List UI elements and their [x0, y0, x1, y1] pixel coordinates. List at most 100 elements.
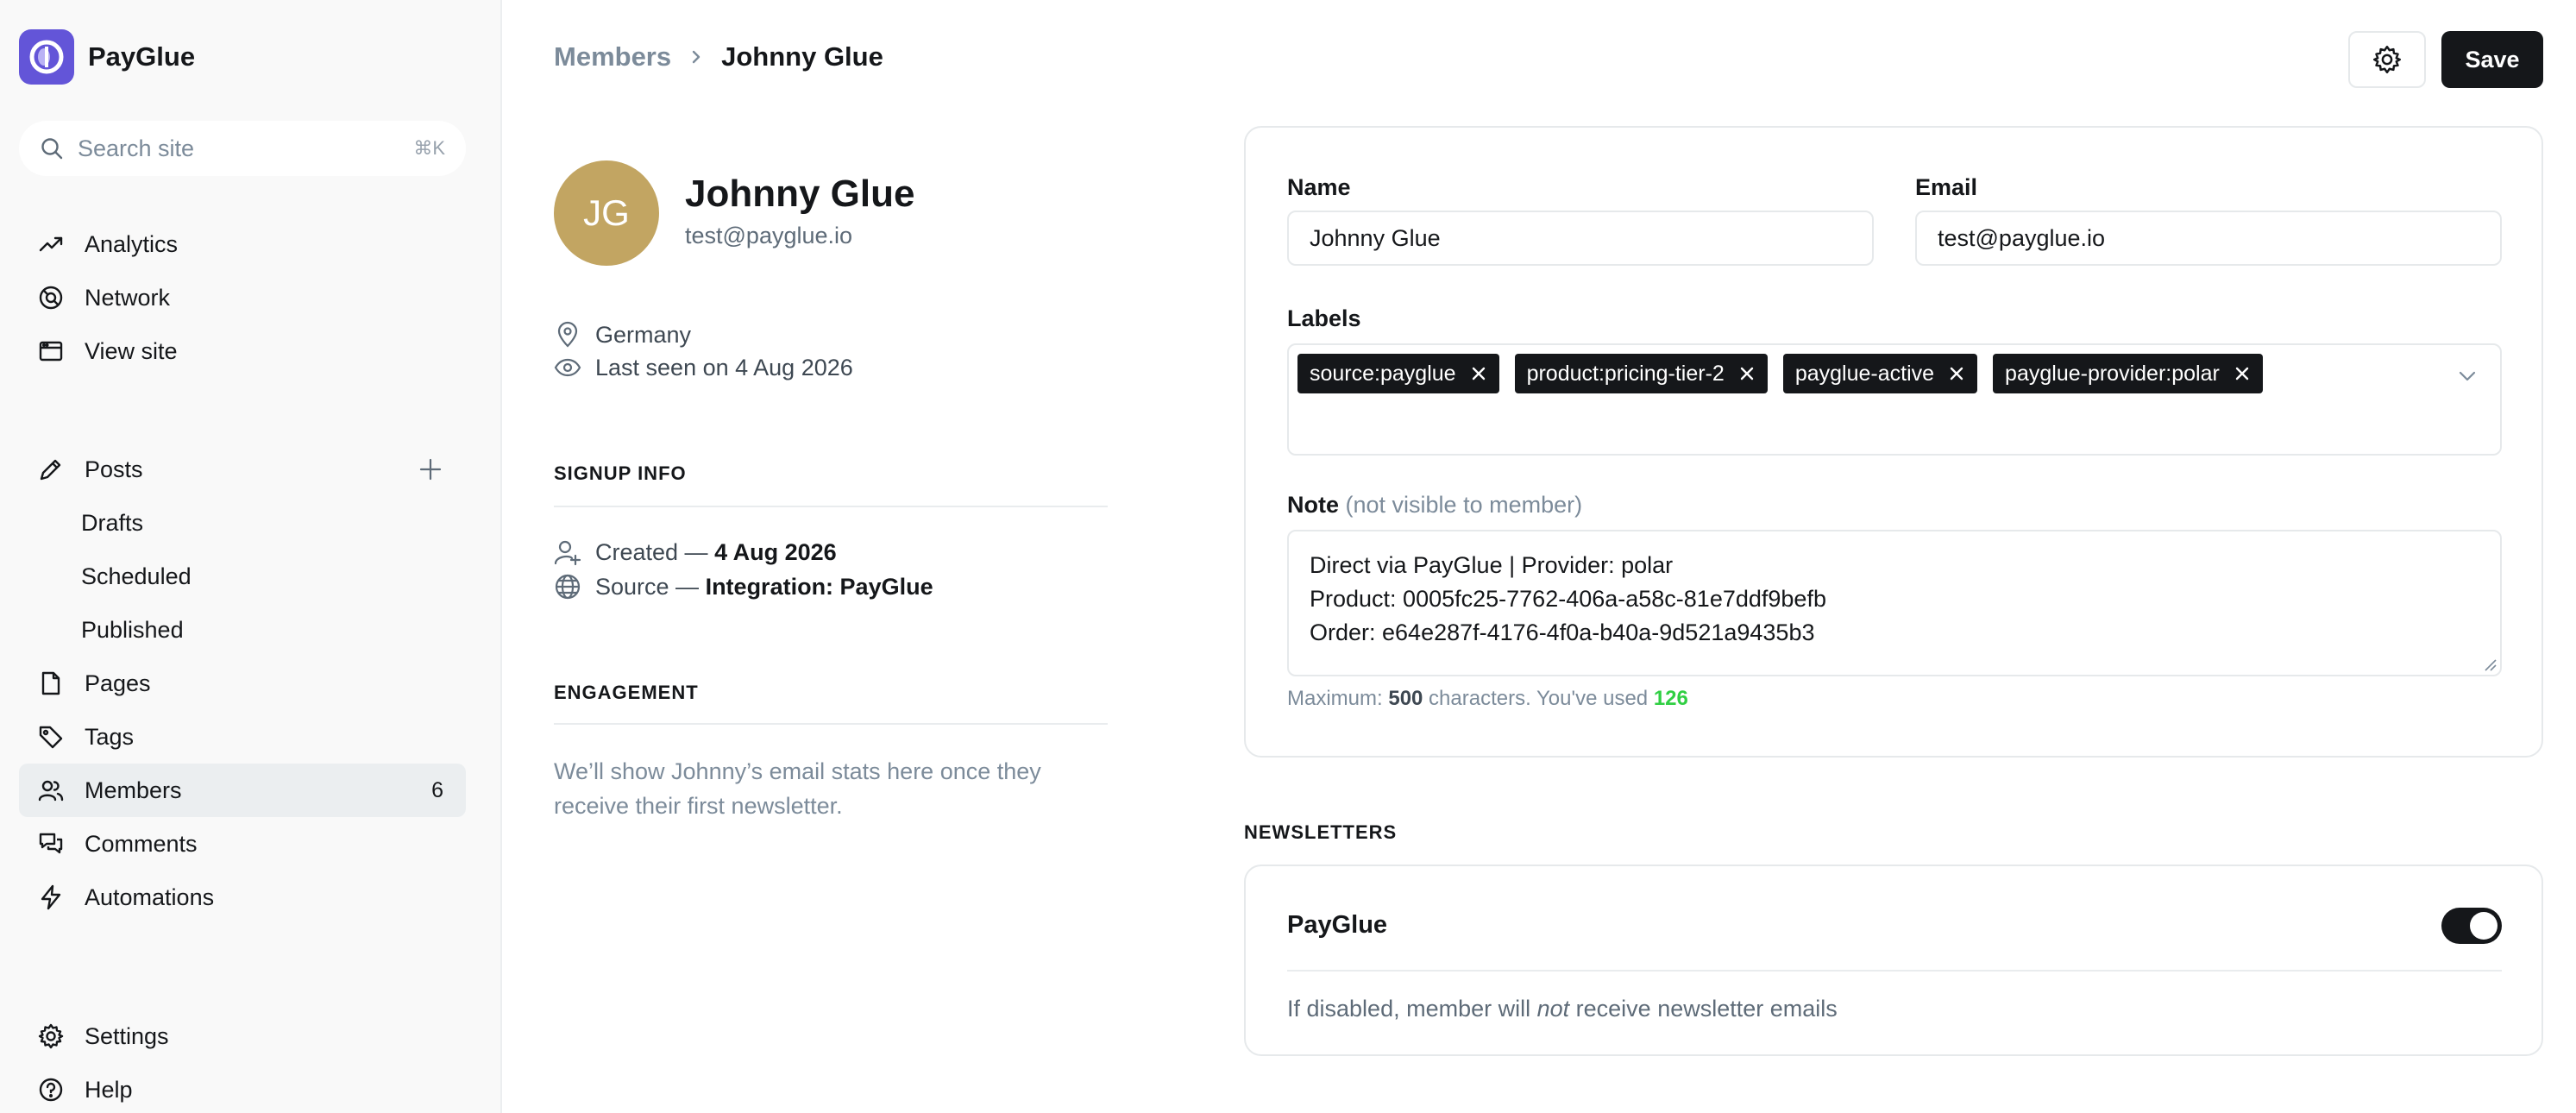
- chevron-right-icon: [688, 49, 704, 65]
- location-pin-icon: [554, 321, 581, 349]
- sidebar-item-posts[interactable]: Posts: [19, 443, 466, 496]
- eye-icon: [554, 354, 581, 381]
- sidebar-item-label: View site: [85, 337, 178, 364]
- signup-info-title: SIGNUP INFO: [554, 462, 687, 484]
- location-text: Germany: [595, 321, 692, 348]
- breadcrumb-members-link[interactable]: Members: [554, 41, 671, 72]
- resize-handle-icon[interactable]: [2481, 656, 2497, 671]
- member-details-card: Name Johnny Glue Email test@payglue.io L…: [1244, 126, 2543, 758]
- newsletter-card: PayGlue If disabled, member will not rec…: [1244, 865, 2543, 1056]
- signup-divider: [554, 506, 1108, 507]
- close-icon[interactable]: [1738, 365, 1756, 382]
- member-location: Germany: [554, 321, 691, 349]
- limit-prefix: Maximum:: [1287, 687, 1389, 710]
- breadcrumb: Members Johnny Glue: [554, 41, 883, 72]
- sidebar-item-label: Published: [81, 616, 184, 643]
- newsletters-title: NEWSLETTERS: [1244, 821, 1398, 843]
- sidebar-item-settings[interactable]: Settings: [19, 1009, 466, 1063]
- breadcrumb-current: Johnny Glue: [721, 41, 883, 72]
- newsletter-name: PayGlue: [1287, 911, 1388, 939]
- label-chip-text: source:payglue: [1310, 361, 1456, 386]
- member-settings-button[interactable]: [2348, 31, 2426, 88]
- sidebar-item-automations[interactable]: Automations: [19, 871, 466, 924]
- sidebar-item-comments[interactable]: Comments: [19, 817, 466, 871]
- sidebar-item-label: Analytics: [85, 230, 179, 257]
- search-shortcut: ⌘K: [413, 137, 445, 159]
- page-icon: [38, 670, 64, 696]
- help-icon: [38, 1077, 64, 1103]
- sidebar-content-nav: Posts Drafts Scheduled Published Pages T…: [19, 443, 466, 924]
- sidebar-item-label: Drafts: [81, 509, 144, 536]
- sidebar-item-pages[interactable]: Pages: [19, 657, 466, 710]
- desc-before: If disabled, member will: [1287, 996, 1537, 1022]
- close-icon[interactable]: [1948, 365, 1965, 382]
- created-label: Created —: [595, 538, 715, 565]
- sidebar-item-members[interactable]: Members 6: [19, 764, 466, 817]
- label-chip: payglue-provider:polar: [1993, 354, 2263, 393]
- sidebar-item-label: Scheduled: [81, 563, 192, 589]
- comments-icon: [38, 831, 64, 857]
- toggle-knob: [2470, 912, 2497, 940]
- save-button[interactable]: Save: [2441, 31, 2543, 88]
- gear-icon: [38, 1023, 64, 1049]
- trend-up-icon: [38, 231, 64, 257]
- sidebar-item-network[interactable]: Network: [19, 271, 466, 324]
- sidebar-item-label: Comments: [85, 830, 198, 857]
- email-field[interactable]: test@payglue.io: [1915, 211, 2502, 266]
- brand[interactable]: PayGlue: [19, 29, 195, 85]
- name-label: Name: [1287, 174, 1351, 200]
- note-label: Note (not visible to member): [1287, 492, 1582, 519]
- add-post-icon[interactable]: [418, 456, 443, 482]
- close-icon[interactable]: [1470, 365, 1487, 382]
- name-field[interactable]: Johnny Glue: [1287, 211, 1874, 266]
- sidebar-item-label: Tags: [85, 723, 135, 750]
- gear-icon: [2372, 45, 2402, 74]
- sidebar-item-label: Settings: [85, 1022, 169, 1049]
- created-date: 4 Aug 2026: [714, 538, 837, 565]
- newsletter-subscription-toggle[interactable]: [2441, 908, 2502, 944]
- user-add-icon: [554, 538, 581, 566]
- sidebar-item-view-site[interactable]: View site: [19, 324, 466, 378]
- avatar: JG: [554, 160, 659, 266]
- note-character-count: Maximum: 500 characters. You've used 126: [1287, 687, 1688, 711]
- note-textarea[interactable]: Direct via PayGlue | Provider: polar Pro…: [1287, 530, 2502, 676]
- lightning-icon: [38, 884, 64, 910]
- sidebar-item-label: Help: [85, 1076, 133, 1103]
- sidebar-item-analytics[interactable]: Analytics: [19, 217, 466, 271]
- note-line: Direct via PayGlue | Provider: polar: [1310, 552, 1674, 578]
- note-visibility-hint: (not visible to member): [1345, 492, 1583, 518]
- close-icon[interactable]: [2234, 365, 2251, 382]
- search-input[interactable]: Search site ⌘K: [19, 121, 466, 176]
- member-name: Johnny Glue: [685, 173, 915, 215]
- sidebar-item-label: Posts: [85, 456, 143, 482]
- search-icon: [40, 136, 64, 160]
- sidebar-item-published[interactable]: Published: [19, 603, 466, 657]
- member-email: test@payglue.io: [685, 223, 853, 248]
- signup-created: Created — 4 Aug 2026: [554, 538, 837, 566]
- sidebar-item-help[interactable]: Help: [19, 1063, 466, 1113]
- members-count-badge: 6: [431, 777, 443, 802]
- sidebar-bottom-nav: Settings Help: [19, 1009, 466, 1113]
- labels-select[interactable]: source:payglue product:pricing-tier-2 pa…: [1287, 343, 2502, 456]
- source-value: Integration: PayGlue: [705, 573, 933, 600]
- sidebar-item-drafts[interactable]: Drafts: [19, 496, 466, 550]
- email-label: Email: [1915, 174, 1978, 200]
- sidebar-item-label: Automations: [85, 883, 215, 910]
- desc-emphasis: not: [1536, 996, 1570, 1022]
- sidebar-item-scheduled[interactable]: Scheduled: [19, 550, 466, 603]
- engagement-title: ENGAGEMENT: [554, 682, 699, 703]
- network-icon: [38, 285, 64, 311]
- search-placeholder: Search site: [78, 135, 195, 161]
- signup-source: Source — Integration: PayGlue: [554, 573, 933, 601]
- sidebar-item-tags[interactable]: Tags: [19, 710, 466, 764]
- sidebar-item-label: Network: [85, 284, 171, 311]
- last-seen-text: Last seen on 4 Aug 2026: [595, 354, 853, 380]
- labels-label: Labels: [1287, 305, 1361, 331]
- label-chips: source:payglue product:pricing-tier-2 pa…: [1297, 354, 2491, 393]
- tag-icon: [38, 724, 64, 750]
- sidebar-top-nav: Analytics Network View site: [19, 217, 466, 378]
- chevron-down-icon[interactable]: [2455, 364, 2479, 388]
- newsletter-description: If disabled, member will not receive new…: [1287, 996, 1838, 1022]
- engagement-divider: [554, 723, 1108, 725]
- label-chip: source:payglue: [1297, 354, 1499, 393]
